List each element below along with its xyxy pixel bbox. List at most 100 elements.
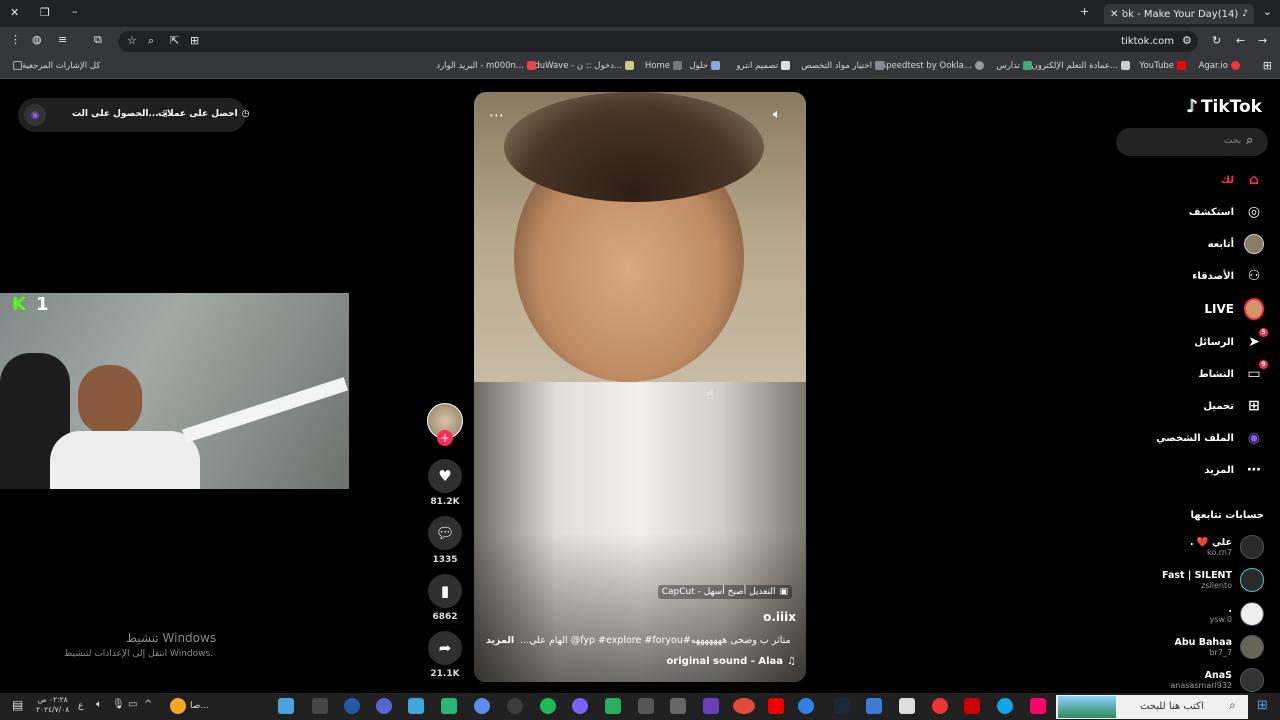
nav-live[interactable]: LIVE [1204, 298, 1264, 320]
capcut-anchor[interactable]: CapCut - التعديل أصبح أسهل ▣ [657, 585, 792, 599]
bookmark-item[interactable]: YouTube [1139, 61, 1186, 71]
nav-upload[interactable]: ⊞ تحميل [1203, 396, 1264, 416]
profile-icon[interactable]: ◉ [24, 104, 46, 126]
nav-friends[interactable]: ⚇ الأصدقاء [1192, 266, 1264, 286]
nav-activity[interactable]: ▭ 9 النشاط [1198, 360, 1268, 384]
app-icon[interactable] [932, 698, 948, 714]
forward-icon[interactable]: → [1258, 34, 1267, 47]
tray-chevron-icon[interactable]: ^ [144, 699, 152, 710]
close-tab-icon[interactable]: ✕ [1110, 9, 1118, 20]
save-button[interactable]: ▮ [428, 574, 462, 608]
bookmark-item[interactable]: تصميم انترو [736, 61, 790, 71]
following-account[interactable]: Fast | SILENT zsilento [1162, 568, 1264, 592]
nav-profile[interactable]: ◉ الملف الشخصي [1156, 428, 1264, 448]
reading-list-icon[interactable]: ≡ [58, 33, 67, 46]
app-icon[interactable] [441, 698, 457, 714]
app-icon[interactable] [312, 698, 328, 714]
video-author[interactable]: o.iiix [763, 610, 796, 624]
bookmark-item[interactable]: البريد الوارد - m000n... [436, 61, 536, 71]
bookmark-item[interactable]: تدارس [996, 61, 1032, 71]
mic-icon[interactable]: 🎙︎ [112, 699, 125, 710]
app-icon[interactable] [964, 698, 980, 714]
nav-explore[interactable]: ◎ استكشف [1189, 202, 1264, 222]
app-icon[interactable] [866, 698, 882, 714]
following-account[interactable]: AnaS anasasmari932 [1170, 668, 1264, 692]
spotify-icon[interactable] [540, 698, 556, 714]
volume-icon[interactable]: 🔈︎ [773, 107, 781, 122]
like-button[interactable]: ♥ [428, 459, 462, 493]
app-icon[interactable] [798, 698, 814, 714]
network-icon[interactable]: ▭ [128, 699, 137, 710]
get-app-button[interactable]: الحصول على الت... ▯ [72, 109, 168, 119]
apps-grid-icon[interactable]: ⊞ [1263, 59, 1272, 72]
bookmark-item[interactable]: Speedtest by Ookla... [881, 61, 984, 71]
app-icon[interactable] [408, 698, 424, 714]
video-sound[interactable]: original sound - Alaa ♫ [666, 656, 796, 667]
store-icon[interactable] [899, 698, 915, 714]
menu-icon[interactable]: ⋮ [10, 33, 21, 46]
app-icon[interactable] [507, 698, 523, 714]
bookmark-star-icon[interactable]: ☆ [127, 34, 137, 47]
back-icon[interactable]: ← [1236, 34, 1245, 47]
weather-text[interactable]: صا... [190, 701, 209, 711]
app-icon[interactable] [670, 698, 686, 714]
reload-icon[interactable]: ↻ [1212, 34, 1221, 47]
bookmark-item[interactable]: حلول [689, 61, 720, 71]
following-account[interactable]: . ysw.0 [1210, 602, 1264, 626]
nav-foryou[interactable]: ⌂ لك [1221, 170, 1264, 190]
app-icon[interactable] [638, 698, 654, 714]
translate-icon[interactable]: ⊞ [190, 34, 199, 47]
video-more-icon[interactable]: ⋯ [489, 106, 504, 124]
bookmark-item[interactable]: Home [645, 61, 682, 71]
site-settings-icon[interactable]: ⚙ [1182, 34, 1192, 47]
nav-more[interactable]: ⋯ المزيد [1204, 460, 1264, 480]
app-icon[interactable] [474, 698, 490, 714]
chrome-icon[interactable] [733, 698, 755, 714]
volume-tray-icon[interactable]: 🔈︎ [96, 699, 102, 710]
steam-icon[interactable] [834, 698, 850, 714]
follow-plus-icon[interactable]: + [437, 430, 453, 446]
app-icon[interactable] [1030, 698, 1046, 714]
comment-button[interactable]: 💬︎ [428, 516, 462, 550]
all-bookmarks[interactable]: كل الإشارات المرجعية [10, 61, 100, 71]
nav-following[interactable]: أتابعه [1208, 234, 1264, 254]
minimize-icon[interactable]: – [72, 5, 78, 18]
share-button[interactable]: ➦ [428, 631, 462, 665]
get-coins-button[interactable]: احصل على عملات ◷ [158, 109, 250, 119]
youtube-icon[interactable] [768, 698, 784, 714]
taskbar-search-input[interactable]: اكتب هنا للبحث [1140, 701, 1204, 712]
extensions-icon[interactable]: ⧉ [94, 33, 102, 47]
start-windows-icon[interactable]: ⊞ [1257, 698, 1268, 713]
app-icon[interactable] [278, 698, 294, 714]
bookmark-item[interactable]: Agar.io [1199, 61, 1240, 71]
following-account[interactable]: Abu Bahaa br7_7 [1175, 635, 1264, 659]
bookmark-item[interactable]: اختيار مواد التخصص [801, 61, 884, 71]
search-input[interactable]: بحث [1224, 136, 1241, 146]
bookmark-item[interactable]: عمادة التعلم الإلكترون... [1031, 61, 1130, 71]
weather-icon[interactable] [170, 698, 186, 714]
address-bar[interactable] [118, 31, 1198, 52]
share-icon[interactable]: ⇱ [170, 34, 179, 47]
bookmark-item[interactable]: EduWave - دخول :: ن... [529, 61, 634, 71]
profile-icon[interactable]: ◍ [32, 33, 42, 46]
language-indicator[interactable]: ع [78, 701, 83, 711]
app-icon[interactable] [376, 698, 392, 714]
clock[interactable]: ٠٢:٢٨ ص ٢٠٢٤/٧/٠٨ [36, 695, 69, 715]
caption-more-button[interactable]: المزيد [486, 635, 514, 646]
app-icon[interactable] [344, 698, 360, 714]
restore-icon[interactable]: ❐ [40, 6, 50, 19]
app-icon[interactable] [703, 698, 719, 714]
following-account[interactable]: علي ❤️ . ko.rn7 [1190, 535, 1264, 559]
search-icon[interactable]: ⌕ [1246, 133, 1253, 148]
zoom-icon[interactable]: ⌕ [148, 34, 154, 48]
new-tab-icon[interactable]: + [1080, 5, 1089, 18]
app-icon[interactable] [572, 698, 588, 714]
notifications-icon[interactable]: ▤ [12, 698, 23, 712]
edge-icon[interactable] [997, 698, 1013, 714]
tiktok-logo[interactable]: ♪ TikTok [1186, 96, 1262, 117]
browser-tab[interactable]: ♪ (14)TikTok - Make Your Day ✕ [1104, 4, 1254, 24]
close-window-icon[interactable]: ✕ [10, 6, 19, 19]
tab-search-icon[interactable]: ⌄ [1263, 5, 1272, 18]
app-icon[interactable] [605, 698, 621, 714]
nav-messages[interactable]: ➤ 5 الرسائل [1194, 328, 1268, 352]
